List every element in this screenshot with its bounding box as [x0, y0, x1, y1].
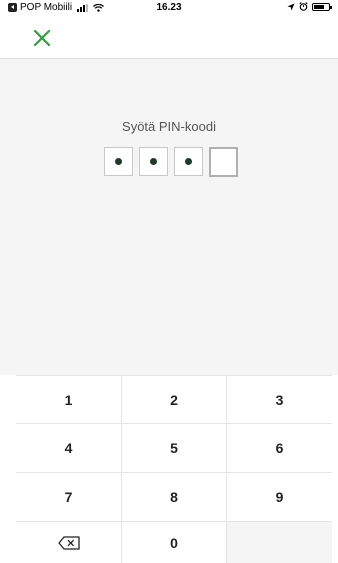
- pin-dot: [185, 158, 192, 165]
- key-2[interactable]: 2: [122, 376, 227, 424]
- pin-dot: [115, 158, 122, 165]
- key-1[interactable]: 1: [16, 376, 122, 424]
- key-9[interactable]: 9: [227, 473, 332, 522]
- key-0[interactable]: 0: [122, 522, 227, 563]
- key-8[interactable]: 8: [122, 473, 227, 522]
- keypad-gutter: [0, 375, 16, 563]
- pin-digit-box-3: [174, 147, 203, 176]
- backspace-icon: [57, 536, 80, 550]
- alarm-icon: [299, 2, 308, 11]
- pin-boxes: [104, 147, 238, 177]
- key-5[interactable]: 5: [122, 424, 227, 473]
- pin-digit-box-1: [104, 147, 133, 176]
- close-icon: [33, 29, 51, 47]
- nav-bar: [0, 17, 338, 59]
- close-button[interactable]: [30, 26, 54, 50]
- backspace-button[interactable]: [16, 522, 122, 563]
- key-4[interactable]: 4: [16, 424, 122, 473]
- location-arrow-icon: [287, 3, 295, 10]
- key-6[interactable]: 6: [227, 424, 332, 473]
- pin-digit-box-2: [139, 147, 168, 176]
- status-right: [287, 2, 332, 11]
- key-7[interactable]: 7: [16, 473, 122, 522]
- keypad-blank: [227, 522, 332, 563]
- numeric-keypad: 1 2 3 4 5 6 7 8 9 0: [16, 375, 332, 563]
- status-bar: POP Mobiili 16.23: [0, 0, 338, 17]
- pin-dot: [150, 158, 157, 165]
- pin-digit-box-4[interactable]: [209, 147, 238, 177]
- pin-entry-area: Syötä PIN-koodi: [0, 59, 338, 375]
- battery-icon: [312, 2, 332, 11]
- pin-title: Syötä PIN-koodi: [122, 119, 216, 134]
- app-screen: POP Mobiili 16.23 Syötä PIN-koodi 1 2 3 …: [0, 0, 338, 563]
- key-3[interactable]: 3: [227, 376, 332, 424]
